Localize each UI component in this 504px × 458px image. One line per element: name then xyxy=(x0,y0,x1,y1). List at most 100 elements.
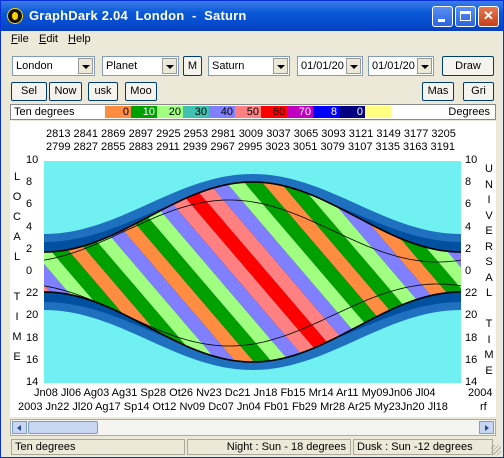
legend-swatch-label: 8 xyxy=(330,106,337,118)
left-title-letter: I xyxy=(15,311,19,323)
right-tick-label: 2 xyxy=(465,242,472,255)
legend-swatch: 8 xyxy=(313,106,339,118)
menu-edit-label: dit xyxy=(46,33,58,45)
maximize-button[interactable] xyxy=(455,6,476,27)
location-value: London xyxy=(16,60,53,72)
legend-swatch: 20 xyxy=(157,106,183,118)
right-title-letter: S xyxy=(485,256,493,268)
darkness-plot[interactable] xyxy=(44,161,461,383)
legend-swatch: 70 xyxy=(287,106,313,118)
status-left: Ten degrees xyxy=(11,439,185,455)
bottom-ticks-row1: Jn08 Jl06 Ag03 Ag31 Sp28 Ot26 Nv23 Dc21 … xyxy=(34,387,436,399)
right-tick-label: 6 xyxy=(465,198,472,211)
left-tick-label: 18 xyxy=(26,331,39,344)
end-date-value: 01/01/20 xyxy=(372,60,415,72)
chevron-down-icon[interactable] xyxy=(162,58,177,74)
moon-button[interactable]: Moo xyxy=(125,82,157,101)
resize-grip-icon[interactable] xyxy=(491,445,501,455)
left-title-letter: E xyxy=(13,351,21,363)
menu-file[interactable]: File xyxy=(11,33,29,45)
left-tick-label: 8 xyxy=(26,176,33,189)
legend-swatch-label: 70 xyxy=(298,106,311,118)
legend-swatch-label: 50 xyxy=(246,106,259,118)
chevron-down-icon[interactable] xyxy=(273,58,288,74)
plot-panel: 2813 2841 2869 2897 2925 2953 2981 3009 … xyxy=(10,121,496,417)
right-title-letter: R xyxy=(485,240,493,253)
right-title-letter: N xyxy=(485,178,493,191)
app-icon xyxy=(7,8,23,24)
chevron-down-icon[interactable] xyxy=(417,58,432,74)
left-title-letter: T xyxy=(13,291,21,303)
menu-help-access: H xyxy=(68,33,76,45)
now-button[interactable]: Now xyxy=(49,82,82,101)
left-tick-label: 6 xyxy=(26,198,33,211)
chevron-down-icon[interactable] xyxy=(346,58,361,74)
left-tick-label: 2 xyxy=(26,242,33,255)
legend-swatch-label: 30 xyxy=(194,106,207,118)
status-bar: Ten degrees Night : Sun - 18 degrees Dus… xyxy=(1,437,503,457)
start-date-value: 01/01/20 xyxy=(301,60,344,72)
right-title-letter: E xyxy=(485,364,493,377)
right-title-letter: U xyxy=(485,163,493,175)
legend-swatch-label: 60 xyxy=(272,106,285,118)
top-ticks-row1: 2813 2841 2869 2897 2925 2953 2981 3009 … xyxy=(46,128,456,140)
mas-button[interactable]: Mas xyxy=(422,82,454,101)
object-select[interactable]: Saturn xyxy=(208,56,290,76)
minimize-button[interactable] xyxy=(432,6,453,27)
scroll-left-arrow-icon[interactable] xyxy=(12,421,27,434)
legend-swatch: 40 xyxy=(209,106,235,118)
right-tick-label: 16 xyxy=(465,353,478,366)
close-button[interactable]: ✕ xyxy=(478,6,499,27)
horizontal-scrollbar[interactable] xyxy=(10,419,496,436)
legend-swatch-label: 0 xyxy=(356,106,363,118)
right-title-letter: L xyxy=(485,287,493,299)
status-middle: Night : Sun - 18 degrees xyxy=(187,439,351,455)
title-bar[interactable]: GraphDark 2.04 London - Saturn ✕ xyxy=(1,1,503,31)
scroll-thumb[interactable] xyxy=(28,421,98,434)
legend-swatch xyxy=(365,106,391,118)
object-value: Saturn xyxy=(212,60,245,72)
legend-swatch: 60 xyxy=(261,106,287,118)
left-tick-label: 20 xyxy=(26,309,39,322)
right-title-letter: I xyxy=(487,194,491,206)
legend-swatch: 0 xyxy=(105,106,131,118)
draw-button[interactable]: Draw xyxy=(442,56,494,76)
left-tick-label: 22 xyxy=(26,287,39,300)
menu-file-access: F xyxy=(11,33,18,45)
left-tick-label: 10 xyxy=(26,154,39,166)
right-title-letter: V xyxy=(485,209,493,222)
menu-file-label: ile xyxy=(17,33,29,45)
sel-button[interactable]: Sel xyxy=(11,82,47,101)
toolbar: London Planet M Saturn 01/01/20 01/01/20… xyxy=(1,54,503,78)
legend-swatch-label: 20 xyxy=(168,106,181,118)
left-title-letter: L xyxy=(13,251,21,263)
end-date-select[interactable]: 01/01/20 xyxy=(368,56,434,76)
left-title-letter: M xyxy=(12,331,22,343)
right-tick-label: 8 xyxy=(465,176,472,189)
right-title-letter: I xyxy=(487,333,491,346)
left-title-letter: C xyxy=(13,211,21,223)
left-tick-label: 0 xyxy=(26,265,33,277)
right-tick-label: 18 xyxy=(465,331,478,344)
left-tick-label: 16 xyxy=(26,353,39,366)
right-tick-label: 0 xyxy=(465,265,472,277)
m-button[interactable]: M xyxy=(183,56,202,76)
legend-right-label: Degrees xyxy=(448,106,490,118)
legend-swatch-label: 40 xyxy=(220,106,233,118)
scroll-right-arrow-icon[interactable] xyxy=(479,421,494,434)
close-icon: ✕ xyxy=(483,8,494,23)
right-tick-label: 10 xyxy=(465,154,478,166)
category-select[interactable]: Planet xyxy=(102,56,179,76)
color-legend: Ten degrees 0 10 20 30 40 50 60 70 8 0 Degrees xyxy=(10,104,496,120)
right-title-letter: E xyxy=(485,225,493,237)
start-date-select[interactable]: 01/01/20 xyxy=(297,56,363,76)
dusk-button[interactable]: usk xyxy=(88,82,118,101)
menu-edit[interactable]: Edit xyxy=(39,33,58,45)
menu-help[interactable]: Help xyxy=(68,33,91,45)
location-select[interactable]: London xyxy=(12,56,95,76)
grid-button[interactable]: Gri xyxy=(463,82,494,101)
bottom-ticks-row2: 2003 Jn22 Jl20 Ag17 Sp14 Ot12 Nv09 Dc07 … xyxy=(18,401,448,413)
app-window: GraphDark 2.04 London - Saturn ✕ File Ed… xyxy=(0,0,504,458)
chevron-down-icon[interactable] xyxy=(78,58,93,74)
minimize-icon xyxy=(438,19,445,22)
